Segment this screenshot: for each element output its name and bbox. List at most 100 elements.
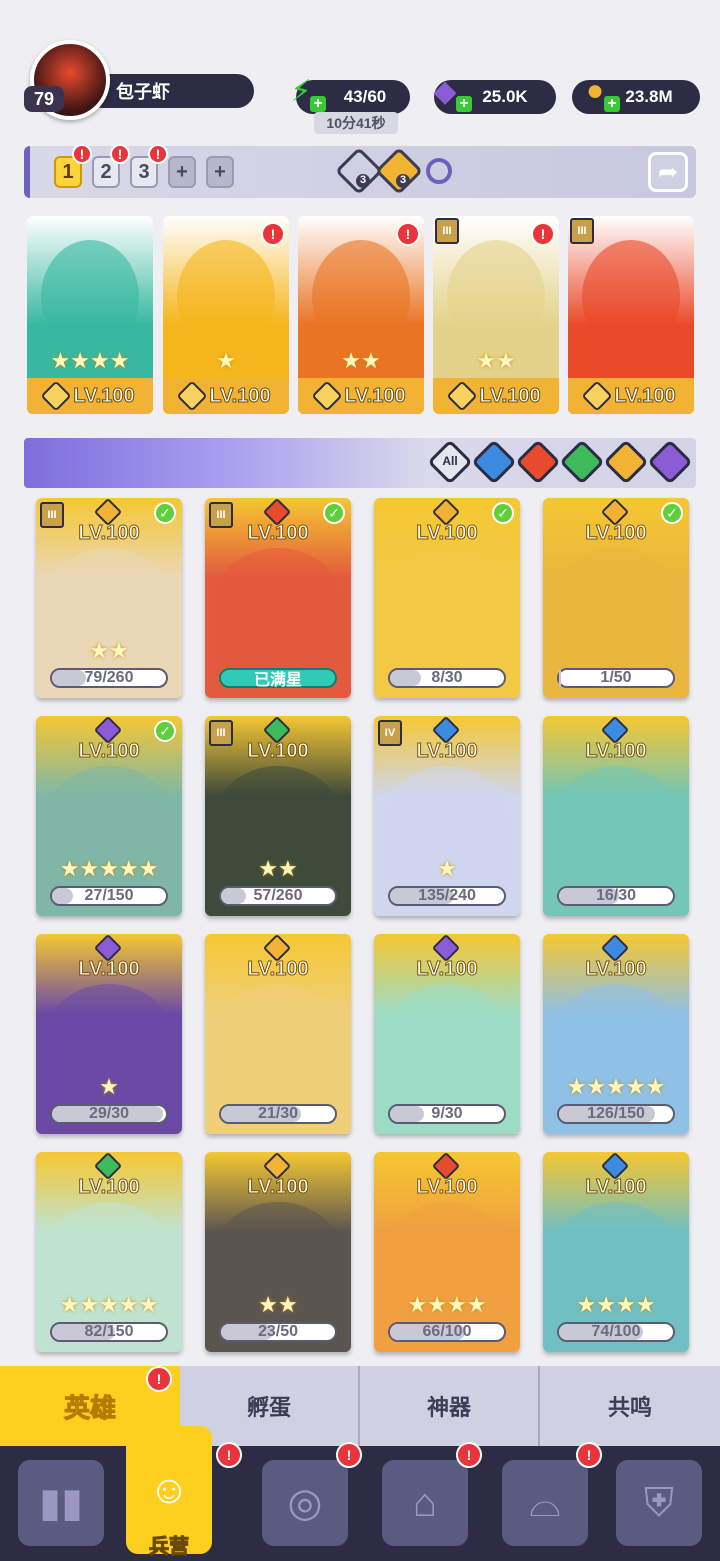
team-tab-2-alert: ! (110, 144, 130, 164)
hero-level: LV.100 (416, 958, 478, 981)
hero-portrait (549, 548, 683, 668)
hero-card[interactable]: LV.100 ★★★★★ 82/150 (36, 1152, 182, 1352)
player-name: 包子虾 (116, 82, 170, 102)
hero-portrait (177, 240, 275, 354)
hero-shard-progress: 16/30 (557, 886, 675, 906)
hero-card[interactable]: LV.100 16/30 (543, 716, 689, 916)
hero-portrait (211, 984, 345, 1104)
filter-all-label: All (442, 454, 458, 468)
rank-badge: III (209, 502, 233, 528)
hero-level: LV.100 (416, 522, 478, 545)
hero-level: LV.100 (78, 958, 140, 981)
hero-card[interactable]: LV.100 ★ 135/240 IV (374, 716, 520, 916)
coins-value: 23.8M (625, 87, 673, 106)
progress-fill (221, 888, 247, 904)
hero-level: LV.100 (416, 1176, 478, 1199)
gems-value: 25.0K (482, 87, 528, 106)
hero-card[interactable]: LV.100 8/30 ✓ (374, 498, 520, 698)
hero-shard-progress: 23/50 (219, 1322, 337, 1342)
hero-stars: ★★ (89, 638, 129, 663)
progress-fill (52, 888, 73, 904)
hero-shard-progress: 27/150 (50, 886, 168, 906)
player-level-badge: 79 (24, 86, 64, 112)
hero-level: LV.100 (247, 1176, 309, 1199)
hero-card[interactable]: LV.100 已满星 ✓ III (205, 498, 351, 698)
hero-portrait (41, 240, 139, 354)
tab-resonance[interactable]: 共鸣 (540, 1366, 720, 1446)
hero-portrait (447, 240, 545, 354)
hero-stars: ★★★★ (407, 1292, 487, 1317)
progress-fill (390, 670, 421, 686)
gems-plus-icon[interactable]: + (456, 96, 472, 112)
rank-badge: III (40, 502, 64, 528)
share-icon[interactable]: ➦ (648, 152, 688, 192)
check-icon: ✓ (154, 502, 176, 524)
team-card[interactable]: ★★★★ LV.100 (27, 216, 153, 414)
player-name-pill[interactable]: 包子虾 (86, 74, 254, 108)
element-icon (176, 380, 208, 412)
castle-icon[interactable]: ⌂ (382, 1460, 468, 1546)
hero-portrait (582, 240, 680, 354)
hero-card[interactable]: LV.100 1/50 ✓ (543, 498, 689, 698)
map-icon[interactable]: ◎ (262, 1460, 348, 1546)
mushroom-icon[interactable]: ⌓ (502, 1460, 588, 1546)
hero-card[interactable]: LV.100 9/30 (374, 934, 520, 1134)
hero-shard-progress: 21/30 (219, 1104, 337, 1124)
guild-icon[interactable]: ⛨ (616, 1460, 702, 1546)
team-card-level: LV.100 (298, 378, 424, 414)
hero-shard-progress: 29/30 (50, 1104, 168, 1124)
hero-level: LV.100 (247, 958, 309, 981)
axe-icon (334, 146, 384, 196)
element-icon (311, 380, 343, 412)
hero-level: LV.100 (78, 1176, 140, 1199)
hero-portrait (312, 240, 410, 354)
hero-level: LV.100 (78, 740, 140, 763)
hero-stars: ★★ (341, 348, 381, 373)
energy-plus-icon[interactable]: + (310, 96, 326, 112)
hero-shard-progress: 9/30 (388, 1104, 506, 1124)
hero-stars: ★★ (258, 1292, 298, 1317)
energy-value: 43/60 (343, 87, 387, 106)
rank-badge: III (209, 720, 233, 746)
hero-card[interactable]: LV.100 ★★★★ 74/100 (543, 1152, 689, 1352)
rank-badge: III (570, 218, 594, 244)
hero-portrait (380, 548, 514, 668)
team-card-level: LV.100 (433, 378, 559, 414)
team-card[interactable]: LV.100 (568, 216, 694, 414)
team-tab-add-1[interactable]: + (168, 156, 196, 188)
hero-level: LV.100 (585, 522, 647, 545)
coins-plus-icon[interactable]: + (604, 96, 620, 112)
hero-card[interactable]: LV.100 ★★ 23/50 (205, 1152, 351, 1352)
barracks-label: 兵营 (149, 1536, 190, 1559)
check-icon: ✓ (154, 720, 176, 742)
hero-card[interactable]: LV.100 21/30 (205, 934, 351, 1134)
hero-card[interactable]: LV.100 ★★ 57/260 III (205, 716, 351, 916)
team-card-alert: ! (261, 222, 285, 246)
hero-card[interactable]: LV.100 ★★★★★ 27/150 ✓ (36, 716, 182, 916)
magnify-icon[interactable] (426, 158, 452, 184)
hero-card[interactable]: LV.100 ★★ 79/260 ✓ III (36, 498, 182, 698)
hero-shard-progress: 74/100 (557, 1322, 675, 1342)
hero-stars: ★★★★ (50, 348, 130, 373)
hero-stars: ★★ (476, 348, 516, 373)
progress-fill (559, 670, 562, 686)
tab-artifact[interactable]: 神器 (360, 1366, 540, 1446)
hero-shard-progress: 135/240 (388, 886, 506, 906)
team-card-level: LV.100 (568, 378, 694, 414)
team-bar: 1 ! 2 ! 3 ! + + 3 3 ➦ (24, 144, 696, 198)
hero-stars: ★ (437, 856, 457, 881)
team-tab-add-2[interactable]: + (206, 156, 234, 188)
hero-shard-progress: 已满星 (219, 668, 337, 689)
hero-card[interactable]: LV.100 ★ 29/30 (36, 934, 182, 1134)
hero-shard-progress: 66/100 (388, 1322, 506, 1342)
hero-stars: ★★★★★ (59, 856, 159, 881)
hero-card[interactable]: LV.100 ★★★★★ 126/150 (543, 934, 689, 1134)
hero-shard-progress: 82/150 (50, 1322, 168, 1342)
hero-stars: ★ (216, 348, 236, 373)
bottom-tab-bar: 英雄 ! 孵蛋 神器 共鸣 (0, 1366, 720, 1446)
cards-icon[interactable]: ▮▮ (18, 1460, 104, 1546)
team-card-level: LV.100 (27, 378, 153, 414)
hero-shard-progress: 79/260 (50, 668, 168, 688)
hero-level: LV.100 (585, 740, 647, 763)
hero-card[interactable]: LV.100 ★★★★ 66/100 (374, 1152, 520, 1352)
